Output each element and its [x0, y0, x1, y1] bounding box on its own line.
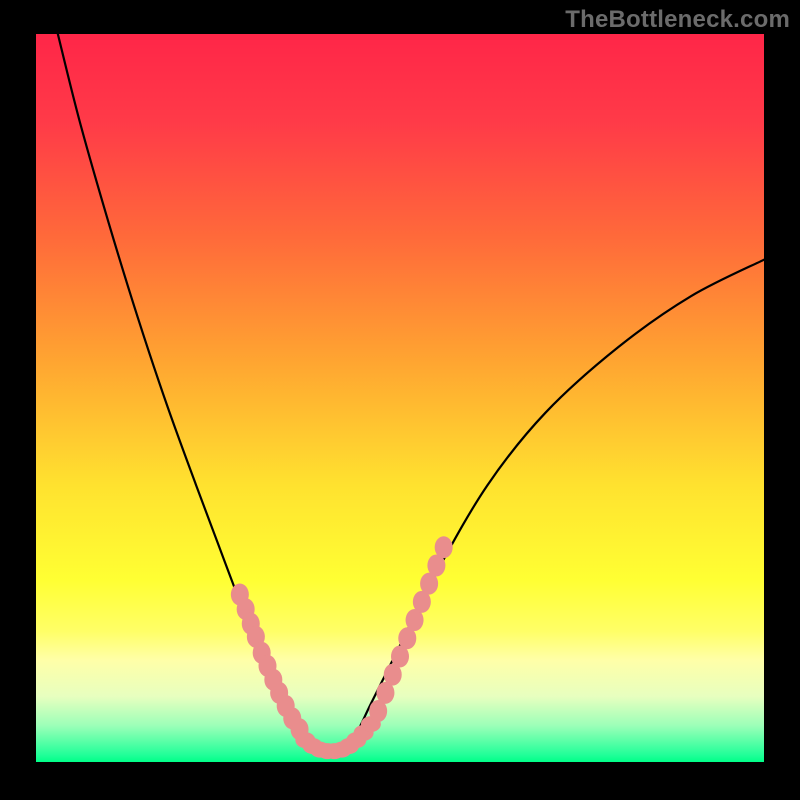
watermark-text: TheBottleneck.com — [565, 6, 790, 34]
plot-area — [36, 34, 764, 762]
chart-stage: TheBottleneck.com — [0, 0, 800, 800]
curve-layer — [36, 34, 764, 762]
data-markers — [231, 536, 453, 759]
marker-right — [435, 536, 453, 558]
